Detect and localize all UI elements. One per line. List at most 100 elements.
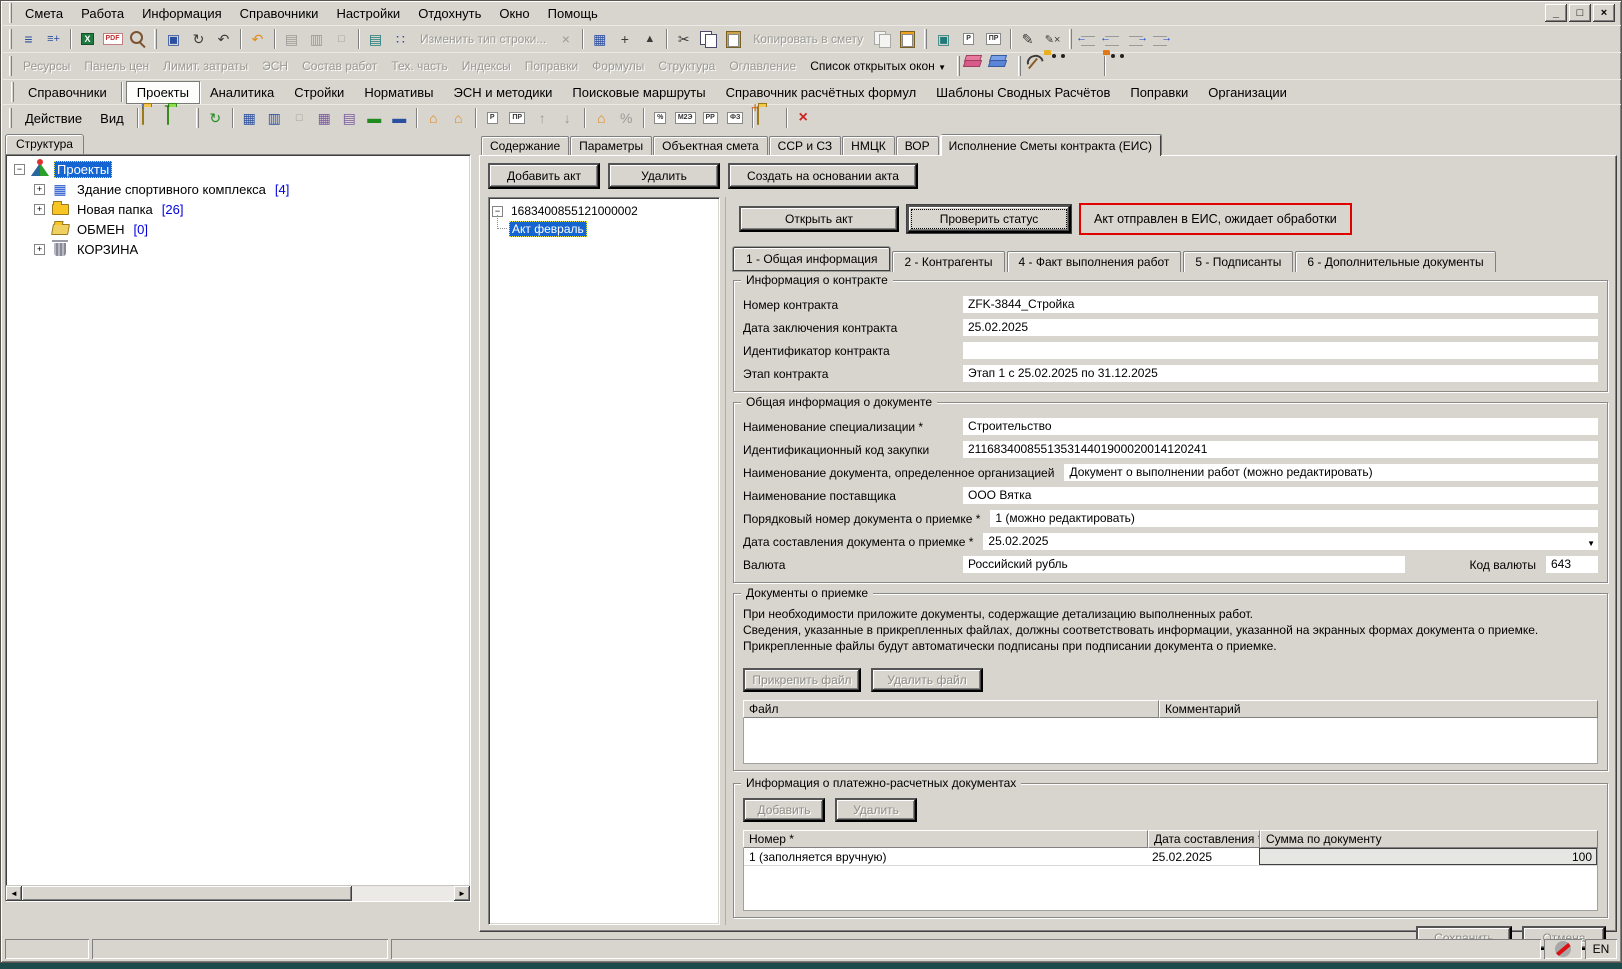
expand-toggle[interactable]: + [34, 203, 45, 215]
view-limit-zatraty[interactable]: Лимит. затраты [156, 59, 255, 73]
refresh-tree-icon[interactable]: ↻ [203, 107, 228, 129]
film-icon[interactable]: ▤ [337, 107, 362, 129]
menu-rabota[interactable]: Работа [72, 4, 133, 23]
add-payment-button[interactable]: Добавить [743, 798, 825, 822]
pr-mode-icon[interactable]: ПР [505, 107, 530, 129]
tab-analitika[interactable]: Аналитика [200, 82, 284, 103]
delete-icon[interactable]: × [791, 107, 816, 129]
page-icon[interactable]: □ [287, 107, 312, 129]
menu-pomosch[interactable]: Помощь [539, 4, 607, 23]
column-header-comment[interactable]: Комментарий [1159, 700, 1598, 718]
folder-up-icon[interactable]: ↑ [140, 101, 167, 129]
currency-field[interactable]: Российский рубль [963, 556, 1406, 573]
toolbar-grip[interactable] [195, 108, 199, 128]
tab-dop-dokumenty[interactable]: 6 - Дополнительные документы [1295, 251, 1496, 272]
menu-spravochniki[interactable]: Справочники [231, 4, 328, 23]
books-blue-icon[interactable] [989, 55, 1014, 77]
books-pink-icon[interactable] [964, 55, 989, 77]
act-root-row[interactable]: − 1683400855121000002 [492, 202, 716, 220]
house-gear-icon[interactable]: ⌂ [589, 107, 614, 129]
delete-act-button[interactable]: Удалить [608, 163, 720, 189]
document-name-field[interactable]: Документ о выполнении работ (можно редак… [1064, 464, 1598, 481]
tab-fakt-vypolneniya[interactable]: 4 - Факт выполнения работ [1006, 251, 1182, 272]
view-teh-chast[interactable]: Тех. часть [384, 59, 454, 73]
column-header-date[interactable]: Дата составления * [1148, 830, 1260, 848]
buildings-add-icon[interactable]: ▥ [262, 107, 287, 129]
house-alt-icon[interactable]: ⌂ [446, 107, 471, 129]
toolbar-grip[interactable] [957, 56, 961, 76]
tab-parametry[interactable]: Параметры [570, 136, 653, 155]
film-building-icon[interactable]: ▦ [312, 107, 337, 129]
refresh-icon[interactable]: ↻ [186, 28, 211, 50]
tab-proekty[interactable]: Проекты [125, 80, 200, 104]
remove-file-button[interactable]: Удалить файл [871, 668, 983, 692]
toolbar-grip[interactable] [1069, 29, 1073, 49]
menu-okno[interactable]: Окно [490, 4, 538, 23]
copy-pages-icon[interactable] [870, 28, 895, 50]
paste-special-icon[interactable] [895, 28, 920, 50]
add-act-button[interactable]: Добавить акт [488, 163, 600, 189]
add-section-icon[interactable]: ▤ [279, 28, 304, 50]
m2e-icon[interactable]: М2Э [673, 107, 698, 129]
p-mode-icon[interactable]: P [480, 107, 505, 129]
percent-icon[interactable]: % [648, 107, 673, 129]
table-row[interactable]: 1 (заполняется вручную) 25.02.2025 100 [744, 848, 1597, 866]
act-child-label[interactable]: Акт февраль [509, 221, 587, 237]
tree-item-label[interactable]: Новая папка [74, 201, 156, 218]
scrollbar-thumb[interactable] [22, 886, 352, 901]
add-subsection-icon[interactable]: ▥ [304, 28, 329, 50]
fz-icon[interactable]: ФЗ [723, 107, 748, 129]
tab-vor[interactable]: ВОР [895, 136, 939, 155]
view-popravki[interactable]: Поправки [518, 59, 585, 73]
menu-vid[interactable]: Вид [91, 109, 133, 128]
view-indeksy[interactable]: Индексы [455, 59, 518, 73]
paste-icon[interactable] [721, 28, 746, 50]
contract-date-field[interactable]: 25.02.2025 [963, 319, 1598, 336]
book-gear-icon[interactable]: ▬ [362, 107, 387, 129]
open-act-button[interactable]: Открыть акт [739, 206, 899, 232]
tab-soderzhanie[interactable]: Содержание [481, 136, 570, 155]
scroll-right-button[interactable]: ► [454, 886, 470, 901]
project-tree-icon[interactable]: ≡ [16, 28, 41, 50]
tree-item-label[interactable]: ОБМЕН [74, 221, 128, 238]
close-row-type-icon[interactable]: × [553, 28, 578, 50]
save-icon[interactable]: ▣ [161, 28, 186, 50]
tab-spravochniki[interactable]: Справочники [18, 82, 117, 103]
delete-payment-button[interactable]: Удалить [835, 798, 917, 822]
view-panel-cen[interactable]: Панель цен [77, 59, 156, 73]
column-header-file[interactable]: Файл [743, 700, 1159, 718]
view-esn[interactable]: ЭСН [255, 59, 295, 73]
outdent-first-icon[interactable] [1076, 29, 1101, 49]
tree-item-root[interactable]: − Проекты [14, 158, 468, 179]
menu-smeta[interactable]: Смета [16, 4, 72, 23]
pickaxe-icon[interactable] [1025, 55, 1050, 77]
toolbar-grip[interactable] [1018, 56, 1022, 76]
column-header-number[interactable]: Номер * [743, 830, 1148, 848]
supplier-field[interactable]: ООО Вятка [963, 487, 1598, 504]
expand-toggle[interactable]: + [34, 183, 45, 195]
view-resursy[interactable]: Ресурсы [16, 59, 77, 73]
new-folder-icon[interactable]: ＋ [751, 103, 782, 129]
open-windows-dropdown[interactable]: Список открытых окон ▼ [803, 59, 953, 73]
tab-ispolnenie-eis[interactable]: Исполнение Сметы контракта (ЕИС) [939, 135, 1162, 156]
indent-icon[interactable] [1124, 29, 1149, 49]
specialization-field[interactable]: Строительство [963, 418, 1598, 435]
scrollbar-track[interactable] [352, 886, 454, 901]
scroll-left-button[interactable]: ◄ [6, 886, 22, 901]
book-export-icon[interactable]: ▬ [387, 107, 412, 129]
expand-toggle[interactable]: + [34, 243, 45, 255]
delete-lines-icon[interactable]: ✎× [1040, 28, 1065, 50]
menu-deystvie[interactable]: Действие [16, 109, 91, 128]
toolbar-grip[interactable] [9, 3, 12, 23]
add-page-icon[interactable]: + [612, 28, 637, 50]
excel-export-icon[interactable]: X [75, 28, 100, 50]
cut-icon[interactable]: ✂ [671, 28, 696, 50]
files-table-body[interactable] [743, 718, 1598, 764]
attach-file-button[interactable]: Прикрепить файл [743, 668, 861, 692]
tree-item-label[interactable]: Проекты [54, 160, 113, 178]
search-icon[interactable] [125, 28, 150, 50]
currency-code-field[interactable]: 643 [1546, 556, 1598, 573]
org-structure-icon[interactable]: ∷ [388, 28, 413, 50]
view-sostav-rabot[interactable]: Состав работ [295, 59, 384, 73]
toolbar-grip[interactable] [11, 82, 14, 102]
